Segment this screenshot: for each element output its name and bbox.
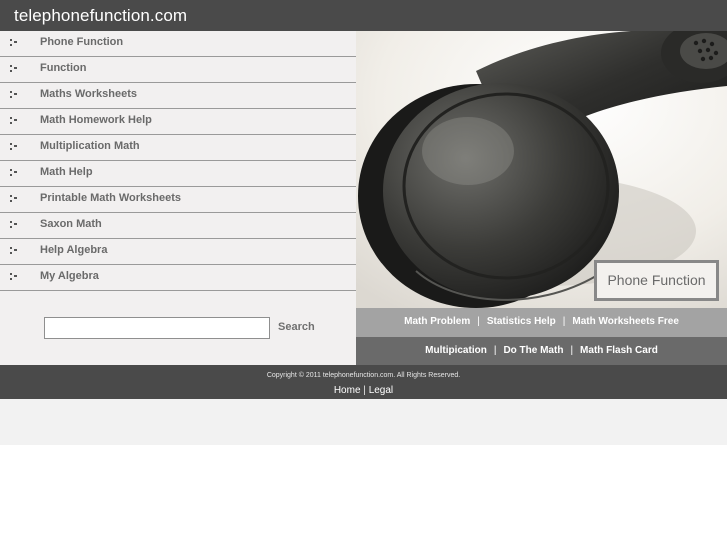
sidebar-item-label: Help Algebra	[40, 244, 108, 256]
link-separator: |	[570, 345, 574, 356]
search-input[interactable]	[44, 317, 270, 339]
sidebar-item-phone-function[interactable]: Phone Function	[0, 31, 356, 57]
sidebar-item-label: Printable Math Worksheets	[40, 192, 181, 204]
footer: Copyright © 2011 telephonefunction.com. …	[0, 365, 727, 399]
sidebar-item-help-algebra[interactable]: Help Algebra	[0, 239, 356, 265]
bullet-icon	[10, 221, 19, 230]
link-separator: |	[493, 345, 497, 356]
copyright-text: Copyright © 2011 telephonefunction.com. …	[266, 372, 461, 379]
bullet-icon	[10, 91, 19, 100]
search-button[interactable]: Search	[278, 321, 315, 333]
sidebar-item-label: Multiplication Math	[40, 140, 140, 152]
link-separator: |	[562, 316, 566, 327]
sidebar-item-label: Math Help	[40, 166, 93, 178]
link-math-problem[interactable]: Math Problem	[404, 316, 470, 327]
sidebar-item-my-algebra[interactable]: My Algebra	[0, 265, 356, 291]
link-math-worksheets-free[interactable]: Math Worksheets Free	[572, 316, 679, 327]
sidebar-item-label: Saxon Math	[40, 218, 102, 230]
hero-caption-box: Phone Function	[594, 260, 719, 301]
sidebar-item-saxon-math[interactable]: Saxon Math	[0, 213, 356, 239]
sidebar-item-label: Phone Function	[40, 36, 124, 48]
sidebar-item-maths-worksheets[interactable]: Maths Worksheets	[0, 83, 356, 109]
footer-links: Home | Legal	[0, 385, 727, 396]
hero-caption: Phone Function	[607, 272, 706, 288]
sidebar-item-label: My Algebra	[40, 270, 99, 282]
footer-divider: |	[363, 385, 366, 396]
sidebar-item-label: Math Homework Help	[40, 114, 152, 126]
bullet-icon	[10, 65, 19, 74]
bullet-icon	[10, 273, 19, 282]
bullet-icon	[10, 169, 19, 178]
footer-home-link[interactable]: Home	[334, 385, 361, 396]
bullet-icon	[10, 247, 19, 256]
link-bar-secondary: Multipication | Do The Math | Math Flash Car…	[356, 337, 727, 365]
link-bar-primary: Math Problem | Statistics Help | Math Worksh…	[356, 308, 727, 337]
sidebar-item-label: Maths Worksheets	[40, 88, 137, 100]
bullet-icon	[10, 143, 19, 152]
footer-legal-link[interactable]: Legal	[369, 385, 393, 396]
link-multipication[interactable]: Multipication	[425, 345, 487, 356]
hero-image: Phone Function	[356, 31, 727, 308]
site-title[interactable]: telephonefunction.com	[14, 6, 187, 26]
link-separator: |	[477, 316, 480, 327]
link-math-flash-card[interactable]: Math Flash Card	[580, 345, 658, 356]
header-bar: telephonefunction.com	[0, 0, 727, 31]
sidebar-item-multiplication-math[interactable]: Multiplication Math	[0, 135, 356, 161]
link-statistics-help[interactable]: Statistics Help	[487, 316, 556, 327]
bullet-icon	[10, 117, 19, 126]
bullet-icon	[10, 39, 19, 48]
sidebar-item-function[interactable]: Function	[0, 57, 356, 83]
sidebar-item-math-homework-help[interactable]: Math Homework Help	[0, 109, 356, 135]
sidebar-nav: Phone Function Function Maths Worksheets…	[0, 31, 356, 291]
bullet-icon	[10, 195, 19, 204]
sidebar-item-printable-math-worksheets[interactable]: Printable Math Worksheets	[0, 187, 356, 213]
link-do-the-math[interactable]: Do The Math	[503, 345, 563, 356]
sidebar: Phone Function Function Maths Worksheets…	[0, 31, 356, 365]
bottom-band	[0, 399, 727, 445]
sidebar-item-label: Function	[40, 62, 87, 74]
sidebar-item-math-help[interactable]: Math Help	[0, 161, 356, 187]
